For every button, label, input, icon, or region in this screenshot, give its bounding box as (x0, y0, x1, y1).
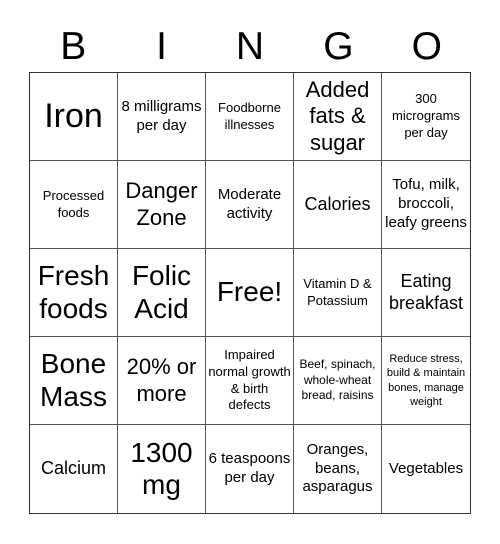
bingo-cell[interactable]: Folic Acid (118, 249, 206, 337)
bingo-cell[interactable]: 1300 mg (118, 425, 206, 513)
bingo-cell[interactable]: Calories (294, 161, 382, 249)
cell-text: Impaired normal growth & birth defects (208, 346, 291, 413)
cell-text: Vegetables (388, 459, 464, 477)
bingo-cell[interactable]: Impaired normal growth & birth defects (206, 337, 294, 425)
cell-text: Added fats & sugar (305, 76, 370, 155)
bingo-cell[interactable]: Oranges, beans, asparagus (294, 425, 382, 513)
bingo-cell[interactable]: Vitamin D & Potassium (294, 249, 382, 337)
bingo-cell[interactable]: Beef, spinach, whole-wheat bread, raisin… (294, 337, 382, 425)
bingo-cell[interactable]: Foodborne illnesses (206, 73, 294, 161)
bingo-cell[interactable]: Calcium (30, 425, 118, 513)
cell-text: Eating breakfast (388, 270, 464, 313)
cell-text: Vitamin D & Potassium (303, 275, 372, 308)
cell-text: Iron (44, 96, 103, 135)
free-space-text: Free! (216, 276, 283, 308)
bingo-cell[interactable]: Iron (30, 73, 118, 161)
cell-text: Processed foods (42, 187, 105, 220)
cell-text: Beef, spinach, whole-wheat bread, raisin… (299, 357, 376, 403)
cell-text: Oranges, beans, asparagus (302, 440, 373, 496)
bingo-cell[interactable]: Processed foods (30, 161, 118, 249)
header-letter-i: I (156, 25, 167, 68)
bingo-cell[interactable]: Bone Mass (30, 337, 118, 425)
cell-text: 8 milligrams per day (121, 97, 202, 134)
bingo-cell[interactable]: 6 teaspoons per day (206, 425, 294, 513)
bingo-cell[interactable]: Tofu, milk, broccoli, leafy greens (382, 161, 470, 249)
cell-text: Moderate activity (217, 185, 282, 222)
cell-text: Calories (304, 193, 371, 214)
bingo-cell[interactable]: Added fats & sugar (294, 73, 382, 161)
cell-text: Tofu, milk, broccoli, leafy greens (385, 176, 467, 231)
cell-text: Fresh foods (37, 260, 110, 324)
cell-text: Bone Mass (40, 348, 107, 412)
cell-text: Reduce stress, build & maintain bones, m… (386, 352, 466, 408)
header-letter-o: O (411, 25, 442, 68)
header-letter-n: N (235, 25, 265, 68)
cell-text: 6 teaspoons per day (208, 450, 291, 486)
header-letter-g: G (323, 25, 354, 68)
bingo-cell[interactable]: Fresh foods (30, 249, 118, 337)
bingo-cell[interactable]: Eating breakfast (382, 249, 470, 337)
cell-text: 1300 mg (130, 436, 193, 500)
bingo-cell[interactable]: Moderate activity (206, 161, 294, 249)
bingo-grid: Iron 8 milligrams per day Foodborne illn… (29, 72, 471, 514)
bingo-cell[interactable]: 300 micrograms per day (382, 73, 470, 161)
header-letter-b: B (60, 25, 87, 68)
free-space-cell[interactable]: Free! (206, 249, 294, 337)
bingo-cell[interactable]: 8 milligrams per day (118, 73, 206, 161)
bingo-cell[interactable]: Vegetables (382, 425, 470, 513)
cell-text: Calcium (40, 458, 106, 479)
cell-text: 300 micrograms per day (392, 91, 460, 140)
cell-text: 20% or more (126, 354, 197, 406)
bingo-cell[interactable]: Danger Zone (118, 161, 206, 249)
bingo-header: B I N G O (29, 22, 471, 72)
cell-text: Foodborne illnesses (218, 99, 281, 132)
bingo-cell[interactable]: 20% or more (118, 337, 206, 425)
bingo-cell[interactable]: Reduce stress, build & maintain bones, m… (382, 337, 470, 425)
cell-text: Danger Zone (125, 178, 198, 230)
cell-text: Folic Acid (131, 260, 192, 324)
